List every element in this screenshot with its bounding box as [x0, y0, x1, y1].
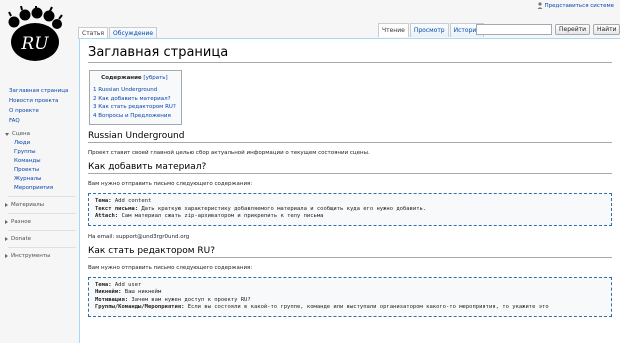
divider [8, 213, 76, 214]
toc-header: Содержание [убрать] [93, 75, 176, 81]
divider [8, 247, 76, 248]
paragraph: Проект ставит своей главной целью сбор а… [88, 150, 370, 156]
tab-view-source[interactable]: Просмотр [409, 23, 449, 37]
sidebar-item-teams[interactable]: Команды [0, 157, 80, 166]
portal-scene-list: Люди Группы Команды Проекты Журналы Меро… [0, 139, 80, 193]
portal-materials-toggle[interactable]: Материалы [0, 200, 80, 210]
sidebar-item-main-page[interactable]: Заглавная страница [0, 86, 80, 96]
search-input[interactable] [476, 24, 552, 35]
paragraph: Вам нужно отправить письмо следующего со… [88, 264, 253, 271]
toc-item[interactable]: 1 Russian Underground [93, 86, 176, 95]
code-line: Attach: Сам материал сжать zip-архиватор… [95, 213, 324, 219]
main-content: Заглавная страница Содержание [убрать] 1… [79, 38, 620, 343]
sidebar-item-groups[interactable]: Группы [0, 148, 80, 157]
toc-item[interactable]: 3 Как стать редактором RU? [93, 103, 176, 112]
sidebar-item-projects[interactable]: Проекты [0, 166, 80, 175]
toc-hide-link[interactable]: [убрать] [143, 75, 167, 81]
portal-misc-toggle[interactable]: Разное [0, 217, 80, 227]
toc-item[interactable]: 4 Вопросы и Предложения [93, 112, 176, 121]
sidebar: Заглавная страница Новости проекта О про… [0, 86, 80, 261]
page-title: Заглавная страница [88, 45, 612, 63]
code-block: Тема: Add user Никнейм: Ваш никнейм Моти… [88, 276, 612, 317]
sidebar-item-news[interactable]: Новости проекта [0, 96, 80, 106]
code-line: Группы/Команды/Мероприятия: Если вы сост… [95, 304, 549, 310]
portal-scene-toggle[interactable]: Сцена [0, 129, 80, 139]
code-line: Тема: Add user [95, 281, 142, 288]
chevron-right-icon [5, 220, 8, 224]
chevron-right-icon [5, 203, 8, 207]
section-heading: Russian Underground [88, 131, 612, 143]
chevron-right-icon [5, 254, 8, 258]
personal-tools: Представиться системе [537, 2, 615, 9]
chevron-down-icon [5, 132, 9, 136]
user-icon [537, 2, 543, 9]
portal-misc-label: Разное [11, 219, 31, 225]
sidebar-item-people[interactable]: Люди [0, 139, 80, 148]
logo-text: RU [20, 34, 49, 54]
portal-tools-toggle[interactable]: Инструменты [0, 251, 80, 261]
divider [8, 196, 76, 197]
portal-donate-toggle[interactable]: Donate [0, 234, 80, 244]
portal-donate-label: Donate [11, 236, 31, 242]
search-form: Перейти Найти [476, 24, 620, 35]
toc-item[interactable]: 2 Как добавить материал? [93, 95, 176, 104]
tab-read[interactable]: Чтение [378, 23, 409, 37]
paragraph: Вам нужно отправить письмо следующего со… [88, 181, 253, 187]
code-line: Мотивация: Зачем вам нужен доступ к прое… [95, 296, 251, 303]
divider [8, 230, 76, 231]
code-block: Тема: Add content Текст письма: Дать кра… [88, 193, 612, 226]
code-line: Текст письма: Дать краткую характеристик… [95, 205, 427, 212]
code-line: Тема: Add content [95, 198, 152, 204]
chevron-right-icon [5, 237, 8, 241]
portal-materials-label: Материалы [11, 202, 44, 208]
portal-scene-label: Сцена [12, 131, 30, 137]
go-button[interactable]: Перейти [555, 24, 590, 35]
code-line: Никнейм: Ваш никнейм [95, 289, 162, 295]
sidebar-item-journals[interactable]: Журналы [0, 175, 80, 184]
section-heading: Как стать редактором RU? [88, 246, 612, 258]
email-paragraph: На email: support@und3rgr0und.org [88, 233, 190, 240]
sidebar-item-about[interactable]: О проекте [0, 106, 80, 116]
sidebar-item-events[interactable]: Мероприятия [0, 184, 80, 193]
find-button[interactable]: Найти [593, 24, 620, 35]
portal-tools-label: Инструменты [11, 253, 51, 259]
toc-title: Содержание [101, 75, 142, 81]
login-link[interactable]: Представиться системе [545, 3, 615, 9]
section-heading: Как добавить материал? [88, 162, 612, 174]
table-of-contents: Содержание [убрать] 1 Russian Undergroun… [89, 70, 182, 125]
site-logo[interactable]: RU [5, 5, 65, 66]
view-tabs: Чтение Просмотр История [378, 23, 484, 37]
sidebar-item-faq[interactable]: FAQ [0, 116, 80, 126]
